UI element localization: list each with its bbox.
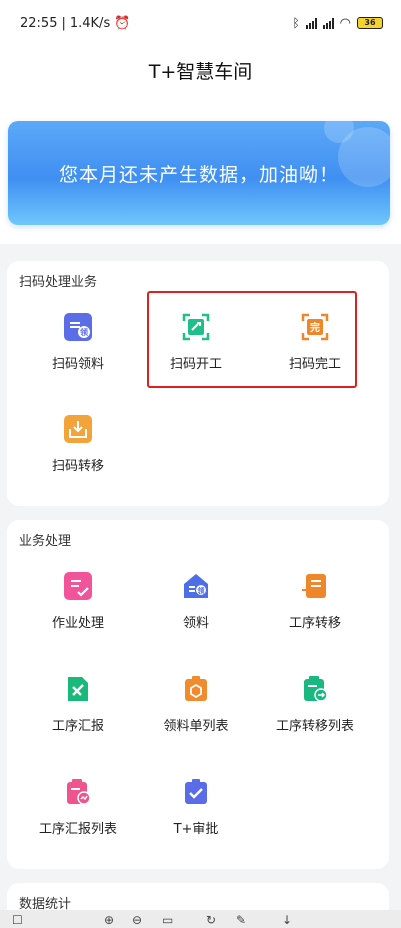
transfer-list-icon [301, 675, 329, 703]
scan-transfer-label: 扫码转移 [51, 459, 104, 474]
process-transfer-button[interactable]: 工序转移 [267, 572, 363, 631]
process-transfer-label: 工序转移 [288, 616, 341, 631]
job-processing-button[interactable]: 作业处理 [30, 572, 126, 631]
pen-icon[interactable]: ✎ [236, 913, 246, 927]
banner: 您本月还未产生数据，加油呦！ [8, 121, 390, 225]
material-picking-button[interactable]: 领 领料 [148, 572, 244, 631]
picking-list-icon [182, 675, 210, 703]
material-picking-label: 领料 [182, 616, 209, 631]
status-bar: 22:55 | 1.4K/s ⏰ ᛒ ◠ 36 [0, 0, 401, 46]
report-list-label: 工序汇报列表 [38, 822, 117, 837]
banner-text: 您本月还未产生数据，加油呦！ [58, 163, 339, 186]
approval-button[interactable]: T+审批 [148, 778, 244, 837]
svg-text:领: 领 [198, 586, 205, 595]
approval-label: T+审批 [173, 822, 219, 837]
process-report-label: 工序汇报 [51, 719, 104, 734]
wifi-icon: ◠ [339, 15, 351, 31]
scan-material-button[interactable]: 领 扫码领料 [30, 313, 126, 372]
highlight-box [147, 291, 357, 388]
status-divider: | [61, 15, 66, 31]
process-transfer-icon [301, 572, 329, 600]
network-speed: 1.4K/s [69, 15, 111, 31]
picking-list-button[interactable]: 领料单列表 [148, 675, 244, 734]
scan-material-label: 扫码领料 [51, 357, 104, 372]
material-picking-icon: 领 [182, 572, 210, 600]
zoom-in-icon[interactable]: ⊕ [104, 913, 114, 927]
status-right: ᛒ ◠ 36 [292, 16, 383, 31]
scan-transfer-button[interactable]: 扫码转移 [30, 415, 126, 474]
picking-list-label: 领料单列表 [163, 719, 229, 734]
job-processing-label: 作业处理 [51, 616, 104, 631]
status-left: 22:55 | 1.4K/s ⏰ [20, 16, 130, 31]
page-count-icon[interactable]: ▭ [162, 913, 173, 927]
status-time: 22:55 [20, 15, 58, 31]
report-list-icon [64, 778, 92, 806]
nav-bar: T+智慧车间 [0, 46, 401, 106]
business-section-title: 业务处理 [19, 534, 72, 549]
signal-icon [305, 17, 317, 29]
download-icon[interactable]: ↓ [282, 913, 292, 927]
scan-material-icon: 领 [64, 313, 92, 341]
report-list-button[interactable]: 工序汇报列表 [30, 778, 126, 837]
zoom-out-icon[interactable]: ⊖ [132, 913, 142, 927]
page-title: T+智慧车间 [148, 61, 253, 83]
transfer-list-label: 工序转移列表 [275, 719, 354, 734]
svg-text:领: 领 [80, 327, 88, 337]
bluetooth-icon: ᛒ [292, 16, 300, 30]
alarm-icon: ⏰ [114, 15, 131, 31]
bottom-toolbar: ☐ ⊕ ⊖ ▭ ↻ ✎ ↓ [0, 910, 401, 928]
rotate-icon[interactable]: ↻ [206, 913, 216, 927]
approval-icon [182, 778, 210, 806]
process-report-button[interactable]: 工序汇报 [30, 675, 126, 734]
job-processing-icon [64, 572, 92, 600]
signal-2-icon [322, 17, 334, 29]
scan-section-title: 扫码处理业务 [19, 275, 98, 290]
process-report-icon [64, 675, 92, 703]
transfer-list-button[interactable]: 工序转移列表 [267, 675, 363, 734]
battery-icon: 36 [357, 17, 383, 29]
square-icon[interactable]: ☐ [12, 913, 23, 927]
scan-transfer-icon [64, 415, 92, 443]
